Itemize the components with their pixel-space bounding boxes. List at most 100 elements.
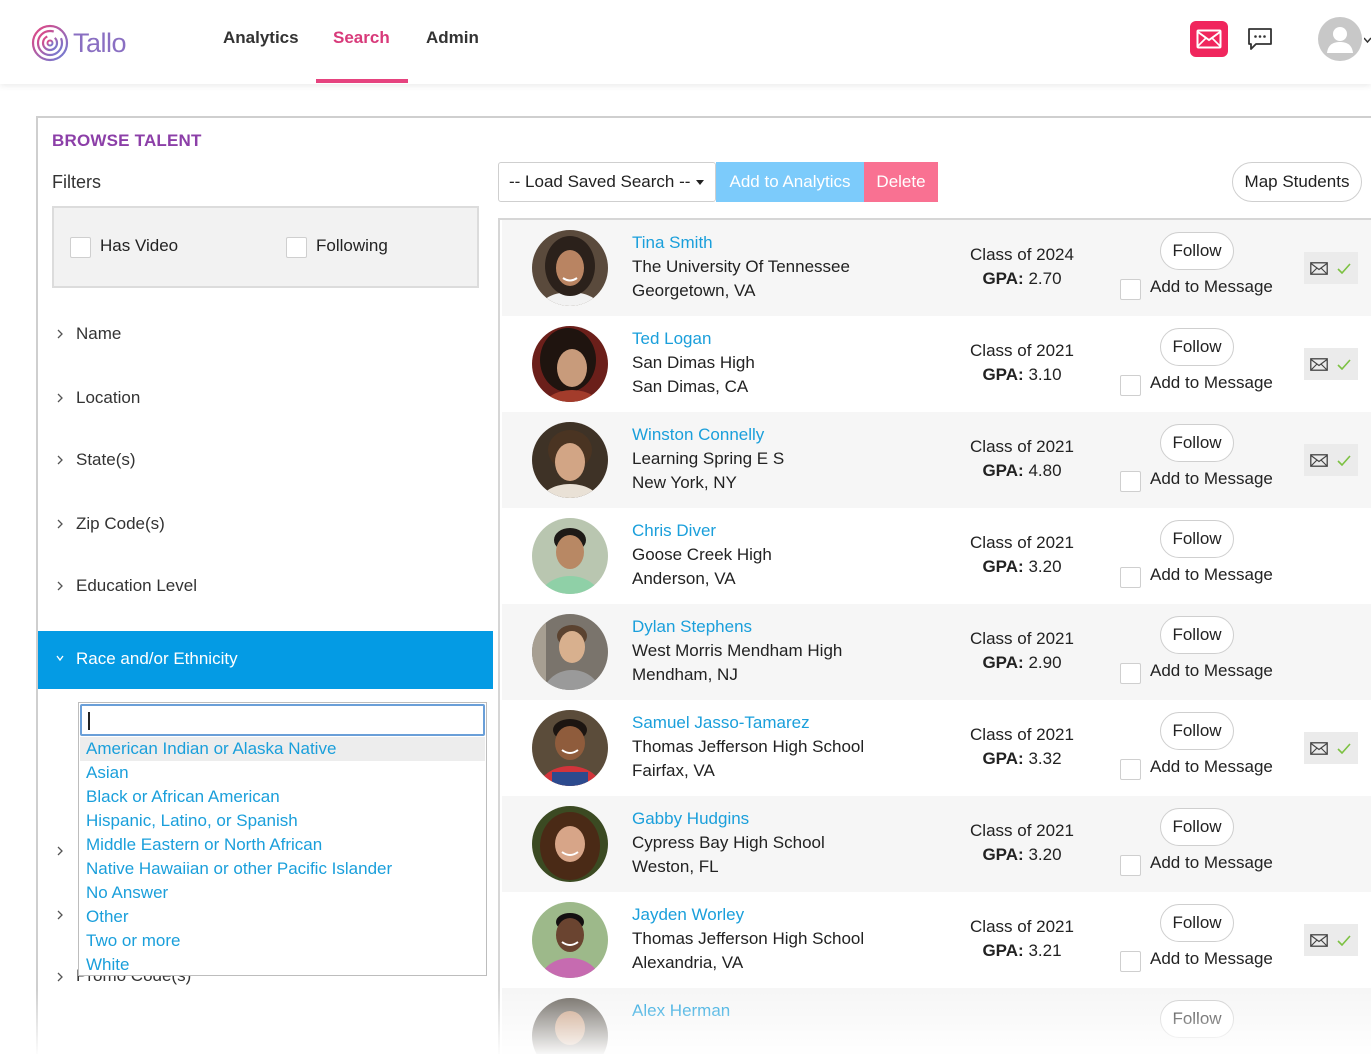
follow-button[interactable]: Follow <box>1160 424 1234 462</box>
option-two-or-more[interactable]: Two or more <box>80 929 485 953</box>
add-to-message-label: Add to Message <box>1150 757 1273 776</box>
add-to-message-checkbox[interactable] <box>1120 567 1141 588</box>
top-navbar: Tallo Analytics Search Admin <box>0 0 1371 84</box>
student-photo[interactable] <box>532 902 608 978</box>
option-white[interactable]: White <box>80 953 485 977</box>
chevron-right-icon[interactable] <box>55 909 65 921</box>
add-to-message-label: Add to Message <box>1150 373 1273 392</box>
add-to-message-checkbox[interactable] <box>1120 759 1141 780</box>
student-name-link[interactable]: Dylan Stephens <box>632 617 752 637</box>
student-name-link[interactable]: Ted Logan <box>632 329 711 349</box>
envelope-icon <box>1310 357 1328 371</box>
user-avatar-button[interactable] <box>1318 17 1362 61</box>
option-black[interactable]: Black or African American <box>80 785 485 809</box>
follow-button[interactable]: Follow <box>1160 232 1234 270</box>
load-saved-search-select[interactable]: -- Load Saved Search -- <box>498 162 716 202</box>
follow-button[interactable]: Follow <box>1160 328 1234 366</box>
add-to-message-checkbox[interactable] <box>1120 951 1141 972</box>
option-no-answer[interactable]: No Answer <box>80 881 485 905</box>
student-gpa: GPA: 4.80 <box>952 461 1092 481</box>
caret-down-icon <box>696 180 704 185</box>
student-name-link[interactable]: Tina Smith <box>632 233 713 253</box>
caret-down-icon[interactable] <box>1364 36 1371 44</box>
follow-button[interactable]: Follow <box>1160 712 1234 750</box>
gpa-value: 3.20 <box>1028 557 1062 576</box>
student-name-link[interactable]: Gabby Hudgins <box>632 809 749 829</box>
student-location: Fairfax, VA <box>632 761 715 780</box>
chevron-right-icon[interactable] <box>55 971 65 983</box>
add-to-message-label: Add to Message <box>1150 469 1273 488</box>
student-location: Georgetown, VA <box>632 281 756 300</box>
checkmark-icon <box>1337 454 1351 466</box>
add-to-message-checkbox[interactable] <box>1120 471 1141 492</box>
chevron-right-icon[interactable] <box>55 845 65 857</box>
add-to-message-checkbox[interactable] <box>1120 375 1141 396</box>
filter-location[interactable]: Location <box>38 370 493 428</box>
follow-button[interactable]: Follow <box>1160 616 1234 654</box>
student-photo[interactable] <box>532 710 608 786</box>
chevron-right-icon <box>57 581 63 591</box>
add-to-message-checkbox[interactable] <box>1120 279 1141 300</box>
student-photo[interactable] <box>532 326 608 402</box>
has-video-label: Has Video <box>100 236 179 255</box>
filter-name[interactable]: Name <box>38 306 493 364</box>
nav-analytics[interactable]: Analytics <box>223 28 299 48</box>
option-middle-eastern[interactable]: Middle Eastern or North African <box>80 833 485 857</box>
filter-zip-codes-label: Zip Code(s) <box>76 514 165 533</box>
follow-button[interactable]: Follow <box>1160 520 1234 558</box>
student-location: Mendham, NJ <box>632 665 738 684</box>
follow-button[interactable]: Follow <box>1160 1000 1234 1038</box>
add-to-message-checkbox[interactable] <box>1120 855 1141 876</box>
option-american-indian[interactable]: American Indian or Alaska Native <box>80 737 485 761</box>
filter-race-ethnicity[interactable]: Race and/or Ethnicity <box>38 631 493 689</box>
delete-button[interactable]: Delete <box>864 162 938 202</box>
chat-button[interactable] <box>1244 24 1276 54</box>
option-asian[interactable]: Asian <box>80 761 485 785</box>
student-school: San Dimas High <box>632 353 755 372</box>
student-row: Gabby Hudgins Cypress Bay High School We… <box>502 796 1371 892</box>
gpa-label: GPA: <box>982 845 1024 864</box>
student-row: Tina Smith The University Of Tennessee G… <box>502 220 1371 316</box>
envelope-icon <box>1310 933 1328 947</box>
student-class-year: Class of 2021 <box>970 341 1074 360</box>
filter-location-label: Location <box>76 388 141 407</box>
option-other[interactable]: Other <box>80 905 485 929</box>
student-name-link[interactable]: Samuel Jasso-Tamarez <box>632 713 810 733</box>
option-native-hawaiian[interactable]: Native Hawaiian or other Pacific Islande… <box>80 857 485 881</box>
quick-filters-box: Has Video Following <box>52 206 479 288</box>
follow-button[interactable]: Follow <box>1160 808 1234 846</box>
student-photo[interactable] <box>532 230 608 306</box>
add-to-message-checkbox[interactable] <box>1120 663 1141 684</box>
browse-talent-title: BROWSE TALENT <box>52 131 202 150</box>
add-to-analytics-button[interactable]: Add to Analytics <box>716 162 864 202</box>
student-row: Samuel Jasso-Tamarez Thomas Jefferson Hi… <box>502 700 1371 796</box>
student-photo[interactable] <box>532 422 608 498</box>
filter-states[interactable]: State(s) <box>38 432 493 490</box>
ethnicity-search-input[interactable] <box>80 704 485 736</box>
student-photo[interactable] <box>532 806 608 882</box>
mail-button[interactable] <box>1190 21 1228 57</box>
student-name-link[interactable]: Winston Connelly <box>632 425 764 445</box>
follow-button[interactable]: Follow <box>1160 904 1234 942</box>
student-name-link[interactable]: Alex Herman <box>632 1001 730 1021</box>
student-photo[interactable] <box>532 518 608 594</box>
option-hispanic[interactable]: Hispanic, Latino, or Spanish <box>80 809 485 833</box>
student-photo[interactable] <box>532 998 608 1054</box>
filter-education-level[interactable]: Education Level <box>38 558 493 616</box>
nav-admin[interactable]: Admin <box>426 28 479 48</box>
student-photo[interactable] <box>532 614 608 690</box>
add-to-message-label: Add to Message <box>1150 277 1273 296</box>
checkmark-icon <box>1337 742 1351 754</box>
tallo-logo[interactable]: Tallo <box>30 21 140 65</box>
filter-zip-codes[interactable]: Zip Code(s) <box>38 496 493 554</box>
student-location: Anderson, VA <box>632 569 736 588</box>
messaged-badge <box>1304 444 1358 476</box>
nav-search[interactable]: Search <box>333 28 390 48</box>
student-name-link[interactable]: Chris Diver <box>632 521 716 541</box>
add-to-message-label: Add to Message <box>1150 565 1273 584</box>
following-checkbox[interactable] <box>286 237 307 258</box>
student-name-link[interactable]: Jayden Worley <box>632 905 744 925</box>
has-video-checkbox[interactable] <box>70 237 91 258</box>
student-gpa: GPA: 3.32 <box>952 749 1092 769</box>
map-students-button[interactable]: Map Students <box>1232 162 1362 202</box>
